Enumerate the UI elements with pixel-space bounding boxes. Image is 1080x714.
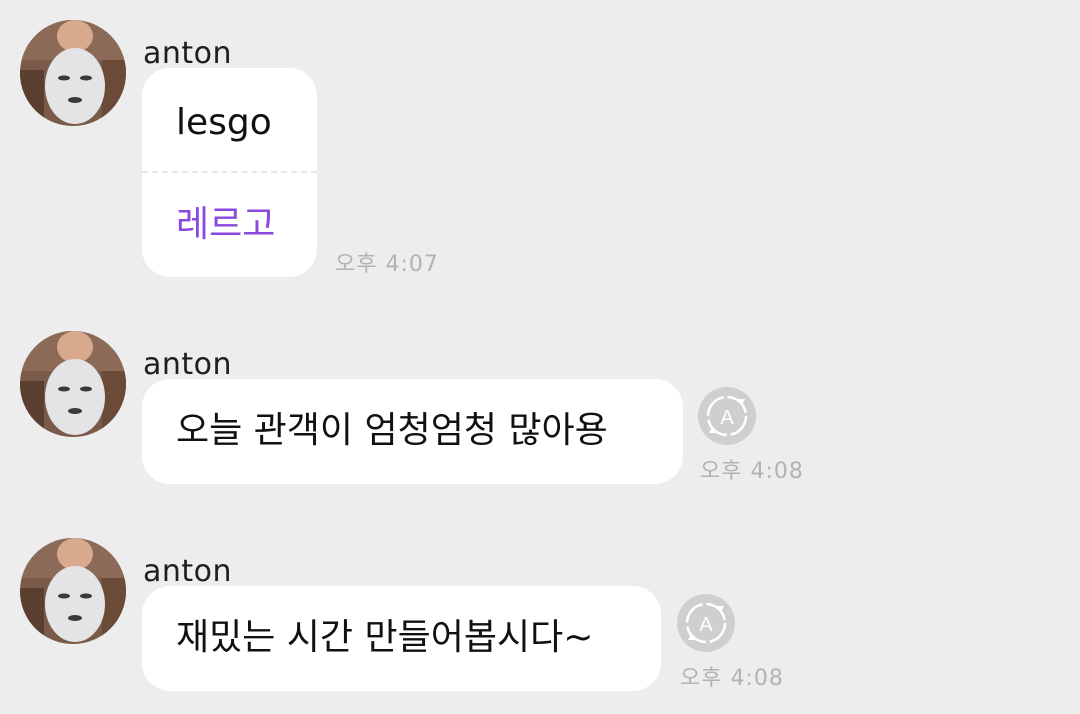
message-bubble[interactable]: 재밌는 시간 만들어봅시다~ bbox=[142, 586, 661, 691]
avatar-image bbox=[20, 538, 126, 644]
message-text: 오늘 관객이 엄청엄청 많아용 bbox=[176, 410, 608, 451]
svg-text:A: A bbox=[699, 614, 713, 636]
sender-name: anton bbox=[143, 36, 233, 71]
translate-button[interactable]: A bbox=[698, 387, 756, 445]
message-time: 오후 4:07 bbox=[335, 252, 439, 277]
avatar[interactable] bbox=[20, 331, 126, 437]
message-bubble[interactable]: lesgo 레르고 bbox=[142, 68, 317, 277]
translated-text: 레르고 bbox=[176, 204, 276, 245]
message-text: lesgo bbox=[176, 102, 272, 143]
avatar-image bbox=[20, 20, 126, 126]
avatar[interactable] bbox=[20, 538, 126, 644]
message-bubble[interactable]: 오늘 관객이 엄청엄청 많아용 bbox=[142, 379, 683, 484]
message-time: 오후 4:08 bbox=[680, 666, 784, 691]
translate-icon: A bbox=[706, 395, 748, 437]
sender-name: anton bbox=[143, 554, 233, 589]
sender-name: anton bbox=[143, 347, 233, 382]
translation-divider bbox=[142, 171, 317, 173]
message-text: 재밌는 시간 만들어봅시다~ bbox=[176, 617, 594, 658]
avatar-image bbox=[20, 331, 126, 437]
avatar[interactable] bbox=[20, 20, 126, 126]
translate-icon: A bbox=[685, 602, 727, 644]
svg-text:A: A bbox=[720, 407, 734, 429]
message-time: 오후 4:08 bbox=[700, 459, 804, 484]
translate-button[interactable]: A bbox=[677, 594, 735, 652]
